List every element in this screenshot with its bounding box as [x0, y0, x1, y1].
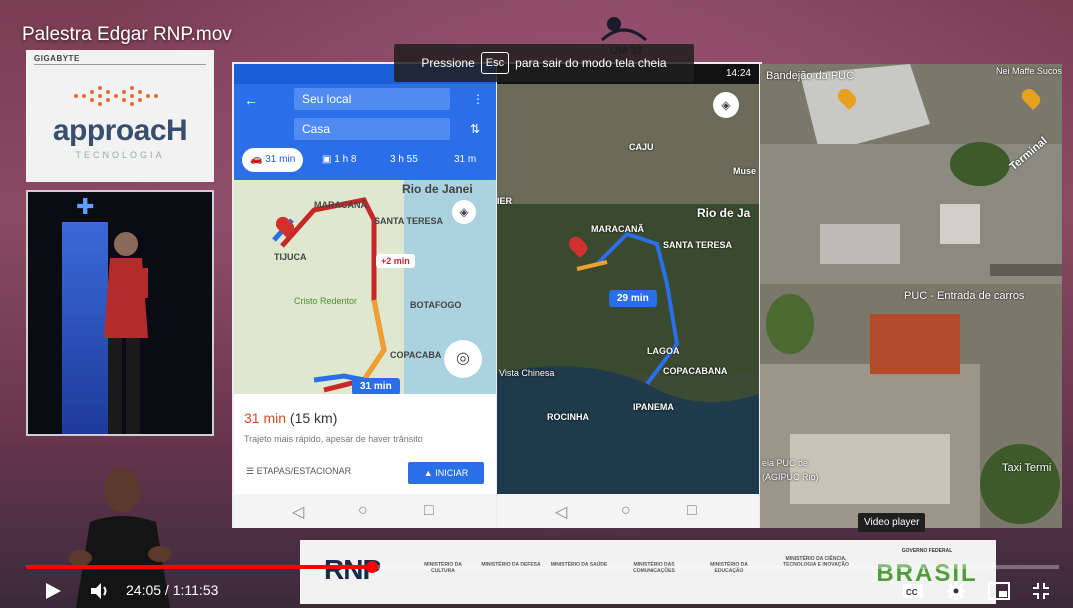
- steps-button: ☰ ETAPAS/ESTACIONAR: [246, 466, 352, 476]
- nav-recents-icon: □: [424, 502, 434, 519]
- status-time: 14:24: [725, 68, 751, 79]
- map-label: ROCINHA: [547, 412, 589, 422]
- map-label: (AGIPUC Rio): [762, 472, 819, 482]
- locate-icon: ◎: [444, 340, 482, 378]
- android-nav-bar: ◁ ○ □: [497, 494, 759, 528]
- gov-label: GOVERNO FEDERAL: [901, 548, 953, 554]
- current-time: 24:05: [126, 582, 162, 598]
- miniplayer-icon[interactable]: [988, 582, 1010, 600]
- stage-cross-icon: ✚: [76, 194, 95, 219]
- route-time-badge: 29 min: [609, 290, 657, 307]
- tab-transit: ▣ 1 h 8: [322, 154, 357, 165]
- route-map: Rio de Janei MARACANÃ SANTA TERESA TIJUC…: [234, 180, 496, 394]
- map-label: Muse: [733, 166, 757, 176]
- sponsor-divider: [34, 64, 206, 65]
- map-label: COPACABANA: [663, 366, 728, 376]
- layers-icon: ◈: [713, 92, 739, 118]
- destination-field: Casa: [294, 118, 450, 140]
- more-icon: ⋮: [472, 92, 484, 106]
- gear-icon[interactable]: [946, 581, 966, 601]
- video-title[interactable]: Palestra Edgar RNP.mov: [22, 24, 232, 46]
- progress-played: [26, 565, 373, 569]
- car-icon: 🚗: [250, 154, 266, 165]
- satellite-terrain: [497, 84, 759, 494]
- satellite-map: CAJU Muse Rio de Ja MARACANÃ SANTA TERES…: [497, 84, 759, 494]
- fullscreen-notice-suffix: para sair do modo tela cheia: [515, 56, 667, 70]
- esc-key: Esc: [480, 52, 510, 74]
- nav-recents-icon: □: [687, 502, 697, 519]
- duration: 1:11:53: [172, 582, 219, 598]
- video-player-tooltip: Video player: [858, 513, 926, 532]
- captions-icon[interactable]: CC: [902, 582, 924, 600]
- sponsor-header: GIGABYTE: [34, 54, 80, 63]
- tab-bike: 31 m: [454, 154, 477, 165]
- nav-back-icon: ◁: [555, 504, 568, 521]
- map-label: CAJU: [629, 142, 654, 152]
- map-label: SANTA TERESA: [663, 240, 733, 250]
- fullscreen-notice: Pressione Esc para sair do modo tela che…: [394, 44, 694, 82]
- exit-fullscreen-icon[interactable]: [1032, 582, 1050, 600]
- video-player[interactable]: Palestra Edgar RNP.mov UM 33 GIGABYTE ap…: [0, 0, 1073, 608]
- player-controls: 24:05 / 1:11:53 CC: [0, 572, 1073, 608]
- fullscreen-notice-prefix: Pressione: [421, 56, 475, 70]
- sponsor-wave-icon: [74, 86, 158, 106]
- map-label: IPANEMA: [633, 402, 674, 412]
- map-label: ela PUC de: [762, 458, 809, 468]
- origin-field: Seu local: [294, 88, 450, 110]
- route-actions: ☰ ETAPAS/ESTACIONAR ▲ INICIAR: [234, 460, 496, 486]
- map-label: MARACANÃ: [591, 224, 644, 234]
- map-label: Nei Maffe Sucos: [996, 66, 1062, 76]
- map-label: BOTAFOGO: [410, 300, 462, 310]
- map-label: TIJUCA: [274, 252, 307, 262]
- layers-icon: ◈: [452, 200, 476, 224]
- android-nav-bar: ◁ ○ □: [234, 494, 496, 528]
- nav-home-icon: ○: [621, 502, 631, 519]
- map-label: Bandejão da PUC: [766, 70, 855, 82]
- swap-icon: ⇅: [470, 122, 481, 136]
- map-label: LAGOA: [647, 346, 680, 356]
- nav-back-icon: ◁: [292, 504, 305, 521]
- map-label: PUC - Entrada de carros: [904, 290, 1025, 302]
- route-time-badge: 31 min: [352, 378, 400, 394]
- volume-icon[interactable]: [90, 582, 112, 600]
- progress-bar[interactable]: [26, 561, 1059, 573]
- tab-drive: 🚗 31 min: [242, 148, 304, 172]
- route-summary-time: 31 min (15 km): [244, 410, 338, 426]
- speaker-figure: [104, 232, 148, 434]
- back-arrow-icon: ←: [244, 92, 258, 108]
- map-label: Cristo Redentor: [294, 296, 358, 306]
- maps-phone-screen: ← Seu local Casa ⋮ ⇅ 🚗 31 min ▣ 1 h 8 3 …: [234, 64, 496, 528]
- sponsor-name: approacH: [52, 114, 188, 147]
- map-label: SANTA TERESA: [374, 216, 444, 226]
- map-label: Vista Chinesa: [499, 368, 555, 378]
- delay-badge: +2 min: [376, 254, 415, 268]
- map-label: IER: [497, 196, 513, 206]
- nav-home-icon: ○: [358, 502, 368, 519]
- start-button: ▲ INICIAR: [408, 462, 484, 484]
- speaker-camera: ✚: [26, 190, 214, 436]
- map-label: Rio de Janei: [402, 182, 473, 196]
- aerial-view: Bandejão da PUC Nei Maffe Sucos Terminal…: [760, 64, 1062, 528]
- tab-walk: 3 h 55: [390, 154, 418, 165]
- satellite-phone-screen: 14:24 CAJU Muse Rio de Ja MARACANÃ SANTA…: [497, 64, 759, 528]
- map-label: Taxi Termi: [1002, 462, 1052, 474]
- route-summary-desc: Trajeto mais rápido, apesar de haver trâ…: [244, 434, 423, 444]
- time-display: 24:05 / 1:11:53: [126, 582, 219, 598]
- svg-text:CC: CC: [906, 588, 918, 597]
- route-summary: 31 min (15 km) Trajeto mais rápido, apes…: [234, 394, 496, 464]
- sponsor-logo-panel: GIGABYTE approacH TECNOLOGIA: [26, 50, 214, 182]
- map-label: Rio de Ja: [697, 206, 751, 220]
- map-label: COPACABA: [390, 350, 442, 360]
- sponsor-subtitle: TECNOLOGIA: [75, 150, 165, 160]
- map-label: MARACANÃ: [314, 200, 367, 210]
- bus-icon: ▣: [322, 154, 335, 165]
- play-icon[interactable]: [44, 582, 62, 600]
